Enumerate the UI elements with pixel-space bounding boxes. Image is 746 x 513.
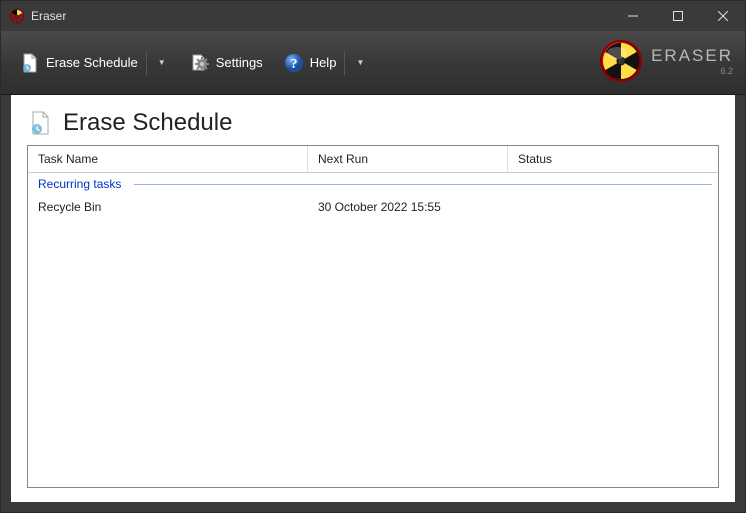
table-row[interactable]: Recycle Bin 30 October 2022 15:55 [28,194,718,220]
app-icon [9,8,25,24]
eraser-logo-icon [599,39,643,83]
maximize-button[interactable] [655,1,700,31]
column-header-next-run[interactable]: Next Run [308,146,508,172]
page-title: Erase Schedule [63,109,232,137]
svg-text:?: ? [290,57,297,72]
brand-version: 6.2 [720,66,733,76]
document-icon [19,52,41,74]
erase-schedule-label: Erase Schedule [46,55,138,70]
brand: ERASER 6.2 [599,39,733,83]
settings-label: Settings [216,55,263,70]
task-table: Task Name Next Run Status Recurring task… [27,145,719,488]
page-header: Erase Schedule [27,109,719,137]
help-button[interactable]: ? Help ▼ [277,47,374,79]
cell-task-name: Recycle Bin [28,196,308,218]
window-controls [610,1,745,31]
gear-icon [189,52,211,74]
document-icon [27,110,53,136]
cell-status [508,196,718,218]
help-icon: ? [283,52,305,74]
help-label: Help [310,55,337,70]
chevron-down-icon[interactable]: ▼ [155,58,169,67]
cell-next-run: 30 October 2022 15:55 [308,196,508,218]
brand-name: ERASER [651,46,733,66]
settings-button[interactable]: Settings [183,48,269,78]
close-button[interactable] [700,1,745,31]
table-header: Task Name Next Run Status [28,146,718,173]
content-area: Erase Schedule Task Name Next Run Status… [11,95,735,502]
column-header-task-name[interactable]: Task Name [28,146,308,172]
titlebar: Eraser [1,1,745,31]
column-header-status[interactable]: Status [508,146,718,172]
chevron-down-icon[interactable]: ▼ [353,58,367,67]
app-window: Eraser Erase Schedule [0,0,746,513]
titlebar-title: Eraser [31,9,610,23]
minimize-button[interactable] [610,1,655,31]
erase-schedule-button[interactable]: Erase Schedule ▼ [13,47,175,79]
toolbar: Erase Schedule ▼ [1,31,745,95]
brand-text: ERASER 6.2 [651,46,733,76]
group-header-recurring: Recurring tasks [28,173,718,194]
